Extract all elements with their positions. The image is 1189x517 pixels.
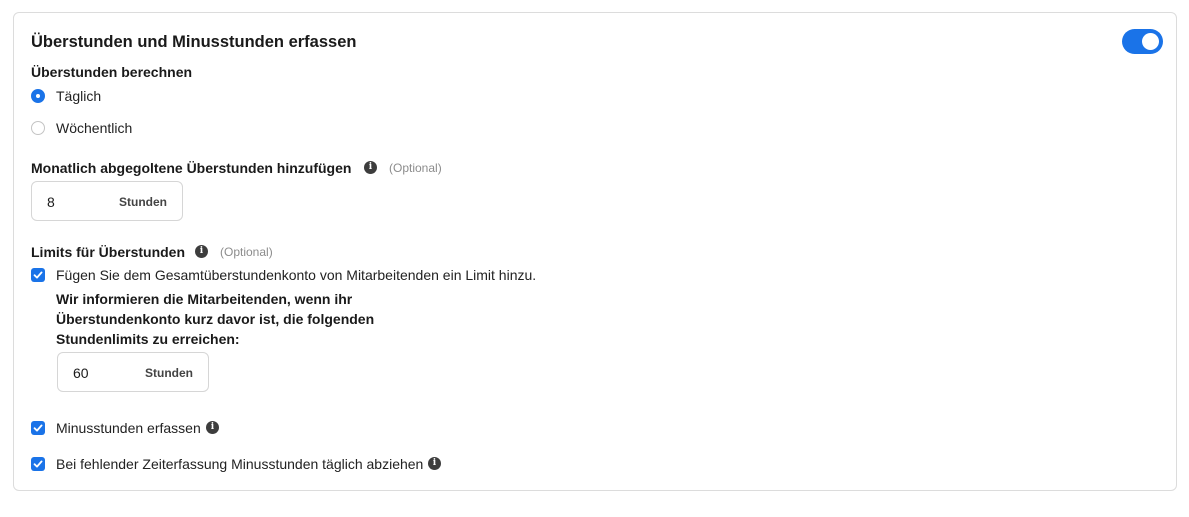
minus-hours-checkbox[interactable] (31, 421, 45, 435)
limit-note: Wir informieren die Mitarbeitenden, wenn… (56, 289, 416, 349)
minus-hours-label[interactable]: Minusstunden erfassen (56, 420, 201, 436)
limit-note-line: Überstundenkonto kurz davor ist, die fol… (56, 311, 375, 327)
calc-label: Überstunden berechnen (31, 64, 193, 80)
info-icon[interactable]: i (195, 245, 208, 258)
deduct-minus-label[interactable]: Bei fehlender Zeiterfassung Minusstunden… (56, 456, 423, 472)
info-icon[interactable]: i (364, 161, 377, 174)
limit-note-line: Wir informieren die Mitarbeitenden, wenn… (56, 291, 353, 307)
limit-hours-value: 60 (73, 365, 89, 381)
toggle-knob (1142, 33, 1159, 50)
overtime-settings-card: Überstunden und Minusstunden erfassen Üb… (13, 12, 1177, 491)
limits-optional: (Optional) (220, 245, 273, 259)
monthly-hours-input[interactable]: 8 Stunden (31, 181, 183, 221)
limits-label: Limits für Überstunden (31, 244, 186, 260)
monthly-hours-unit: Stunden (119, 195, 167, 209)
info-icon[interactable]: i (206, 421, 219, 434)
limit-note-line: Stundenlimits zu erreichen: (56, 331, 240, 347)
radio-weekly[interactable] (31, 121, 45, 135)
limit-hours-unit: Stunden (145, 366, 193, 380)
limit-checkbox-label[interactable]: Fügen Sie dem Gesamtüberstundenkonto von… (56, 267, 536, 283)
monthly-hours-value: 8 (47, 194, 55, 210)
radio-daily-label[interactable]: Täglich (56, 88, 101, 104)
monthly-optional: (Optional) (389, 161, 442, 175)
overtime-toggle[interactable] (1122, 29, 1163, 54)
radio-daily[interactable] (31, 89, 45, 103)
check-icon (33, 424, 43, 432)
section-title: Überstunden und Minusstunden erfassen (31, 33, 357, 51)
check-icon (33, 271, 43, 279)
check-icon (33, 460, 43, 468)
monthly-label: Monatlich abgegoltene Überstunden hinzuf… (31, 160, 352, 176)
info-icon[interactable]: i (428, 457, 441, 470)
deduct-minus-checkbox[interactable] (31, 457, 45, 471)
limit-checkbox[interactable] (31, 268, 45, 282)
radio-weekly-label[interactable]: Wöchentlich (56, 120, 132, 136)
limit-hours-input[interactable]: 60 Stunden (57, 352, 209, 392)
